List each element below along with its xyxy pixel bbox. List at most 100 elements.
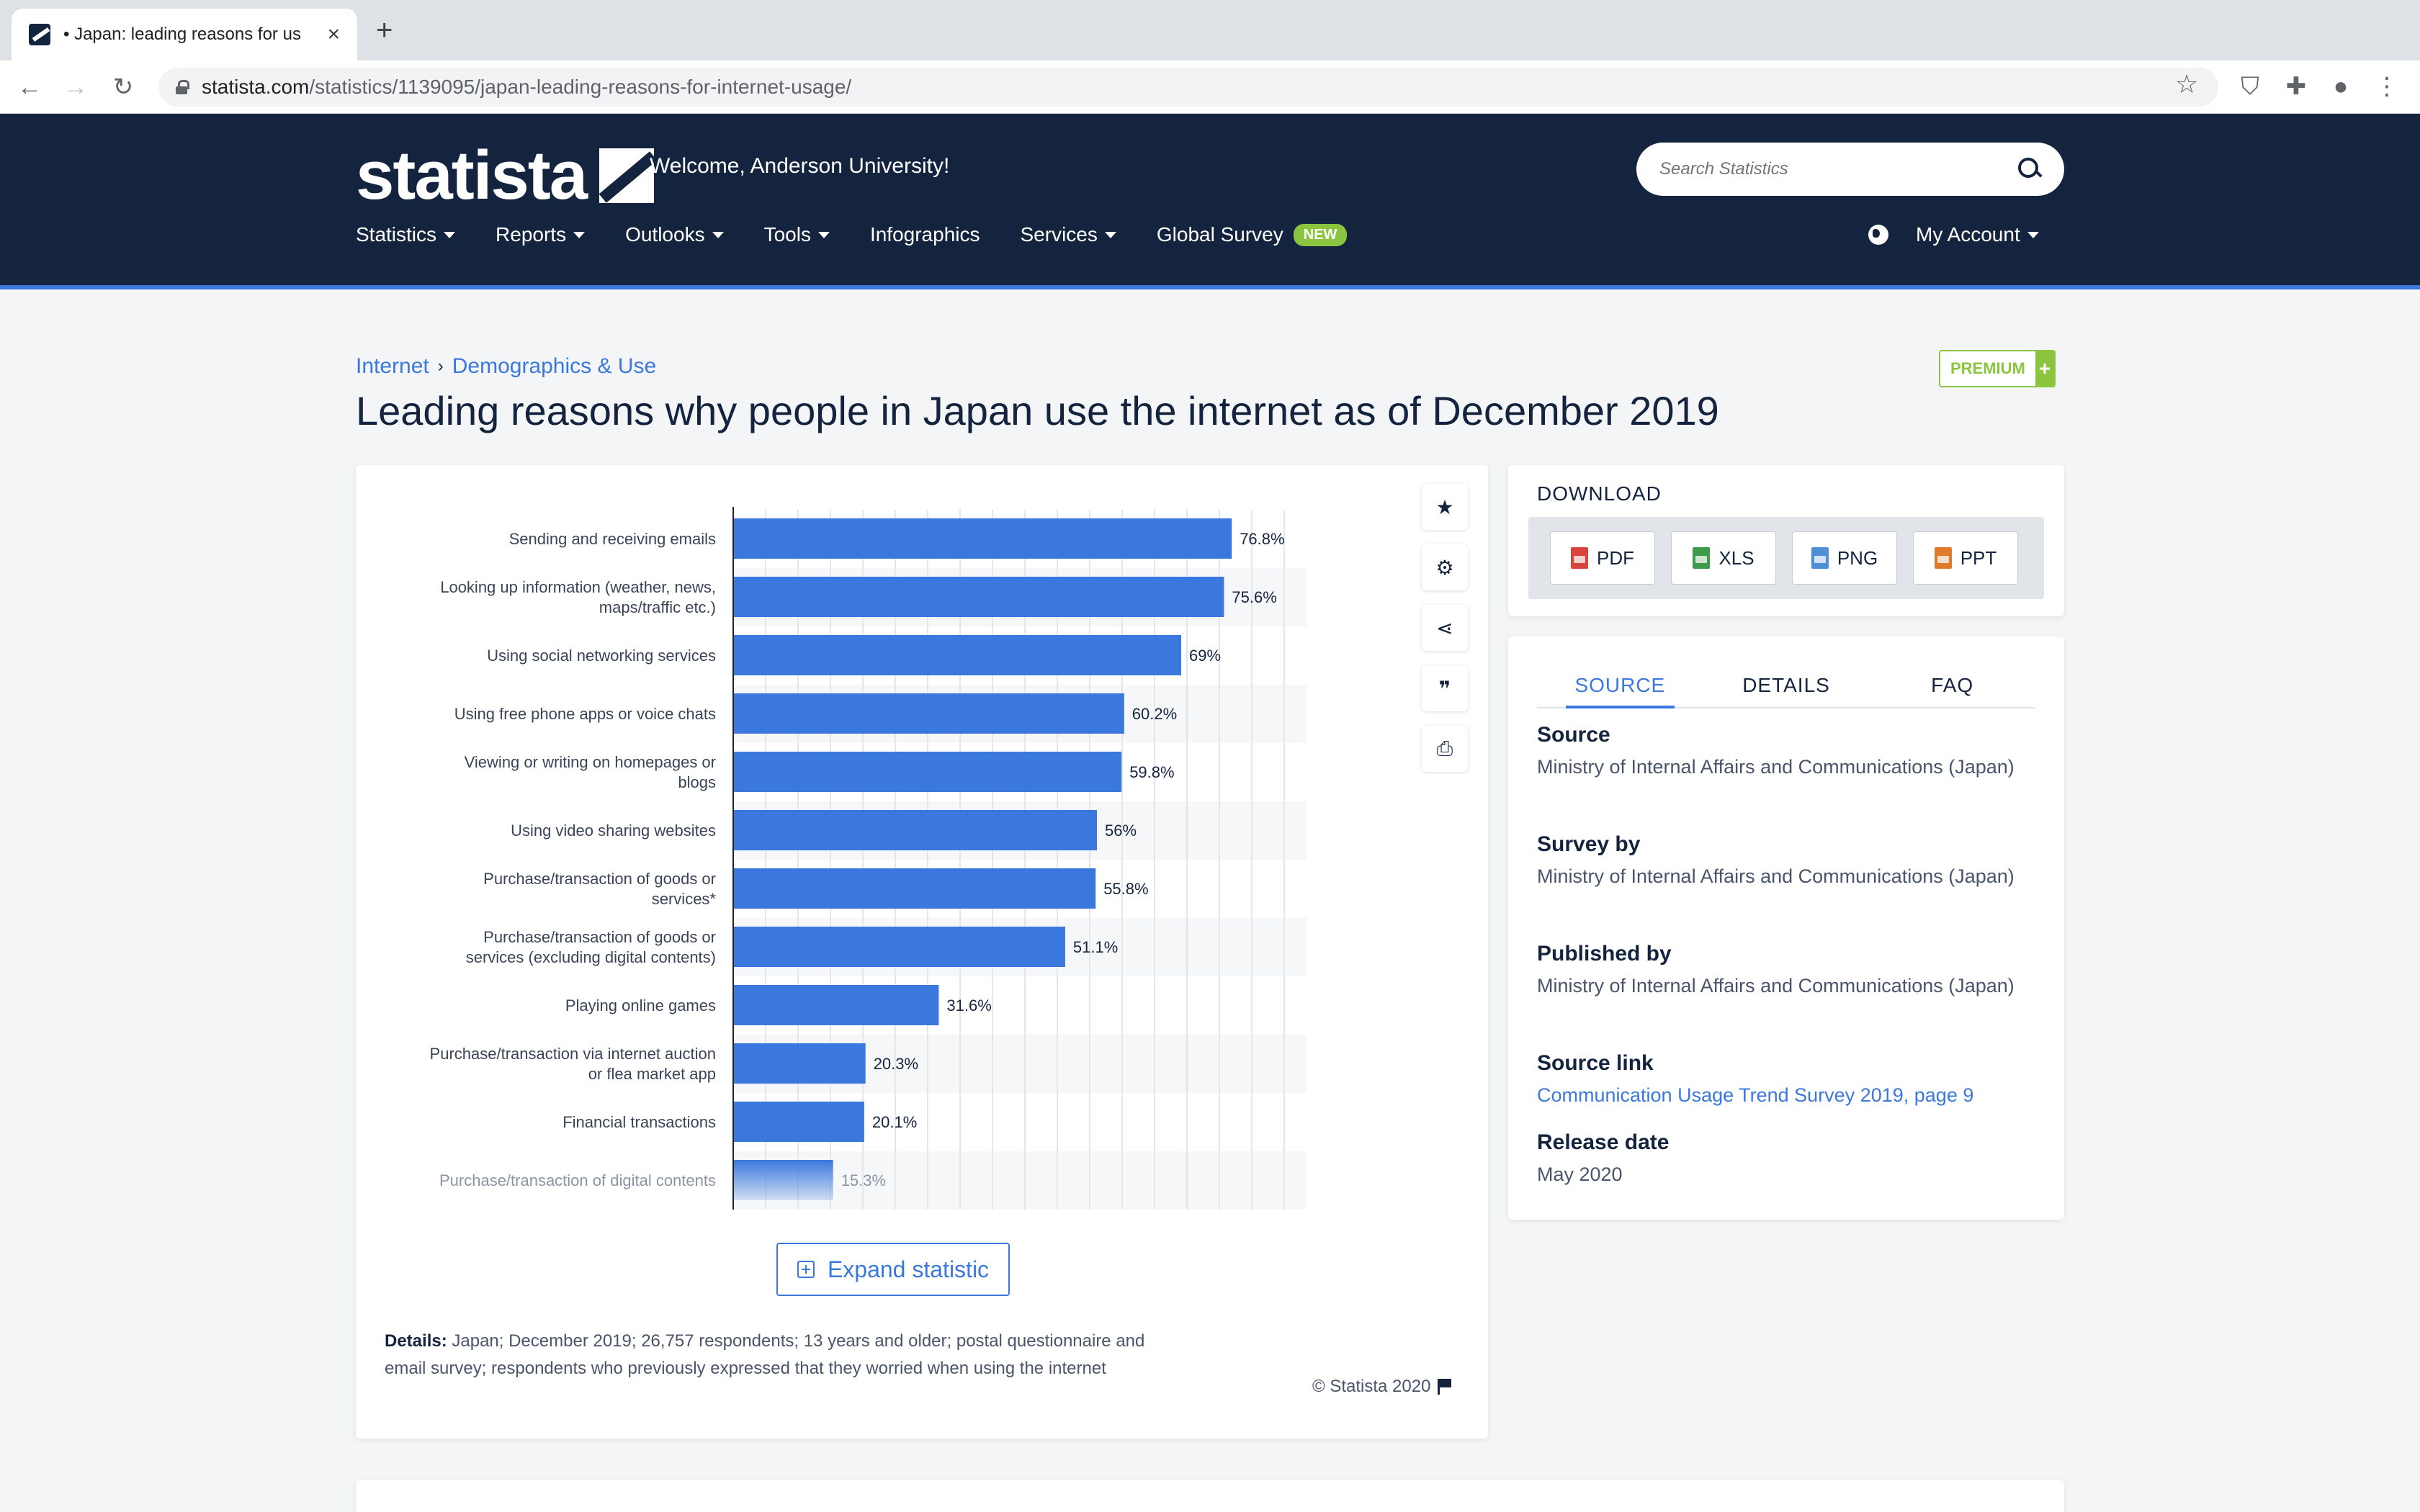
chart-details: Details: Japan; December 2019; 26,757 re… [385,1328,1148,1382]
chart-bar [734,927,1065,967]
published-block: Published by Ministry of Internal Affair… [1537,942,2035,1001]
chart-category-label: Purchase/transaction of goods or [483,870,716,888]
logo-wordmark: statista [356,137,588,214]
share-icon[interactable]: ⋖ [1422,605,1468,651]
details-label: Details: [385,1331,447,1351]
chart-category-label: services (excluding digital contents) [466,948,716,966]
search-box[interactable] [1636,143,2064,196]
chart-category-label: Using free phone apps or voice chats [454,705,716,723]
download-ppt-button[interactable]: PPT [1913,531,2018,585]
chart-bar [734,518,1232,559]
tab-source[interactable]: SOURCE [1537,665,1703,708]
source-link[interactable]: Communication Usage Trend Survey 2019, p… [1537,1080,2035,1110]
chevron-down-icon [2027,231,2039,238]
copyright-text: © Statista 2020 [1312,1377,1431,1396]
nav-infographics[interactable]: Infographics [870,223,980,246]
nav-reports[interactable]: Reports [496,223,586,246]
chart-category-label: Using video sharing websites [511,822,716,840]
breadcrumb-demographics[interactable]: Demographics & Use [452,354,656,379]
reload-icon[interactable]: ↻ [107,71,140,104]
shield-extension-icon[interactable]: ⛉ [2236,72,2264,101]
chart-value-label: 51.1% [1073,938,1118,956]
search-input[interactable] [1659,159,2005,179]
bookmark-star-icon[interactable]: ☆ [2175,69,2198,99]
print-icon[interactable]: ⎙ [1422,726,1468,772]
tab-faq[interactable]: FAQ [1869,665,2035,707]
address-bar[interactable]: statista.com/statistics/1139095/japan-le… [158,68,2218,107]
release-block: Release date May 2020 [1537,1130,2035,1189]
expand-label: Expand statistic [827,1256,990,1282]
release-label: Release date [1537,1130,1670,1154]
expand-icon [797,1261,815,1278]
premium-badge: PREMIUM + [1939,350,2056,387]
account-label: My Account [1916,223,2020,246]
chart-value-label: 75.6% [1232,588,1276,606]
chart-value-label: 60.2% [1132,705,1177,723]
search-icon[interactable] [2018,158,2041,181]
survey-label: Survey by [1537,832,1641,856]
forward-icon[interactable]: → [59,71,92,104]
nav-label: Reports [496,223,567,246]
extensions-puzzle-icon[interactable]: ✚ [2282,72,2311,101]
welcome-message: Welcome, Anderson University! [650,154,950,178]
browser-tab[interactable]: • Japan: leading reasons for us × [12,9,357,60]
chart-value-label: 76.8% [1240,530,1284,548]
chart-category-label: Playing online games [565,996,716,1014]
nav-label: Infographics [869,223,980,246]
chart-bar [734,985,939,1025]
chart-category-label: Purchase/transaction of goods or [483,928,716,946]
profile-avatar-icon[interactable]: ● [2326,72,2355,101]
back-icon[interactable]: ← [13,71,46,104]
nav-label: Global Survey [1156,223,1283,246]
xls-file-icon [1693,547,1711,569]
chart-category-label: Using social networking services [487,647,716,665]
browser-menu-icon[interactable]: ⋮ [2372,72,2401,101]
breadcrumb: Internet › Demographics & Use [356,354,656,379]
download-buttons: PDF XLS PNG PPT [1528,517,2044,599]
chevron-down-icon [712,231,724,238]
chart-value-label: 20.3% [874,1055,918,1073]
chart-card: 76.8% Sending and receiving emails 75.6% Lo… [356,465,1488,1439]
download-pdf-button[interactable]: PDF [1550,531,1655,585]
browser-toolbar: ← → ↻ statista.com/statistics/1139095/ja… [0,60,2420,114]
chevron-down-icon [1104,231,1116,238]
globe-icon[interactable] [1868,225,1888,245]
chart-value-label: 20.1% [872,1113,917,1131]
nav-global-survey[interactable]: Global Survey NEW [1157,223,1348,246]
chart-bar [734,635,1181,675]
main-navigation: Statistics Reports Outlooks Tools Infogr… [356,223,1387,246]
lock-icon [176,80,189,94]
statista-logo[interactable]: statista [356,137,655,214]
breadcrumb-internet[interactable]: Internet [356,354,429,379]
chart-bar [734,1102,864,1142]
ppt-file-icon [1934,547,1952,569]
download-label: PNG [1837,546,1878,569]
tab-details[interactable]: DETAILS [1703,665,1870,707]
details-text: Japan; December 2019; 26,757 respondents… [385,1331,1145,1378]
nav-statistics[interactable]: Statistics [356,223,456,246]
download-heading: DOWNLOAD [1537,482,1662,505]
chart-category-label: blogs [678,773,716,791]
settings-gear-icon[interactable]: ⚙ [1422,544,1468,590]
chart-category-label: Financial transactions [563,1113,716,1131]
statista-favicon-icon [29,24,50,45]
url-path: /statistics/1139095/japan-leading-reason… [309,76,852,98]
new-tab-button[interactable]: + [376,16,393,45]
nav-outlooks[interactable]: Outlooks [625,223,724,246]
close-tab-icon[interactable]: × [327,22,340,47]
release-value: May 2020 [1537,1164,1623,1185]
chart-category-label: maps/traffic etc.) [599,598,716,616]
chart-tools: ★ ⚙ ⋖ ❞ ⎙ [1422,484,1468,786]
chart-category-label: Purchase/transaction via internet auctio… [430,1045,716,1063]
account-menu[interactable]: My Account [1868,223,2039,246]
download-xls-button[interactable]: XLS [1671,531,1776,585]
flag-report-icon[interactable] [1438,1379,1452,1395]
expand-statistic-button[interactable]: Expand statistic [776,1243,1010,1296]
nav-services[interactable]: Services [1021,223,1116,246]
cite-quote-icon[interactable]: ❞ [1422,665,1468,711]
favorite-star-icon[interactable]: ★ [1422,484,1468,530]
chart-value-label: 31.6% [946,996,991,1014]
nav-tools[interactable]: Tools [764,223,830,246]
download-png-button[interactable]: PNG [1792,531,1897,585]
chart-bar [734,752,1122,792]
